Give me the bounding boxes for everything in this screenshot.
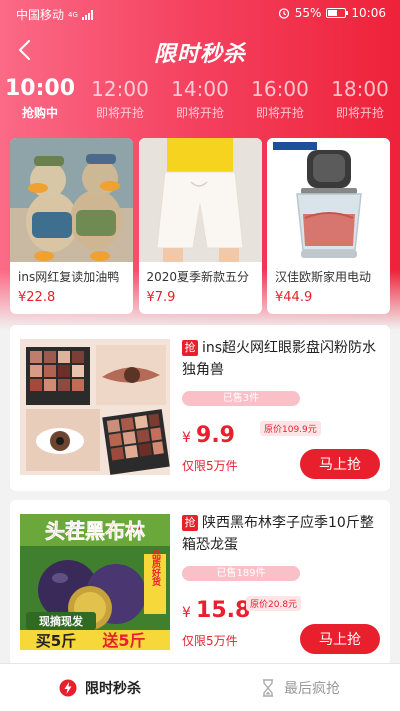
product-title-text: ins超火网红眼影盘闪粉防水独角兽 — [182, 340, 377, 378]
tab-flash-sale[interactable]: 限时秒杀 — [0, 664, 200, 711]
time-tab-time: 10:00 — [4, 76, 76, 101]
product-image-eyeshadow — [20, 339, 170, 475]
image-banner-text: 头茬黑布林 — [45, 519, 145, 543]
time-tab-1000[interactable]: 10:00 抢购中 — [2, 76, 78, 122]
time-tab-time: 16:00 — [251, 77, 309, 101]
price-currency: ¥ — [182, 605, 191, 621]
product-card-plums[interactable]: 头茬黑布林 品质好货 现摘现发 买5斤 送5斤 抢陕西黑布林李子应季10斤整箱恐… — [10, 500, 390, 666]
product-card-eyeshadow[interactable]: 抢 ins超火网红眼影盘闪粉防水独角兽 已售3件 ¥ 9.9 原价109.9元 仅… — [10, 325, 390, 491]
signal-icon — [81, 9, 93, 20]
hourglass-icon — [263, 679, 273, 697]
tab-last-chance[interactable]: 最后疯抢 — [200, 664, 400, 711]
network-label: 4G — [68, 10, 78, 19]
time-tab-status: 即将开抢 — [255, 106, 304, 120]
image-deal-suffix: 送5斤 — [101, 631, 145, 650]
featured-price: ¥44.9 — [275, 290, 313, 305]
image-side-text: 品质好货 — [150, 550, 162, 587]
battery-percent: 55% — [294, 6, 322, 20]
price-value: 9.9 — [196, 423, 235, 448]
product-image-food-chopper — [267, 138, 390, 262]
battery-icon — [326, 8, 349, 18]
alarm-icon — [278, 8, 289, 19]
original-price-badge: 原价109.9元 — [260, 421, 321, 436]
page-title: 限时秒杀 — [153, 42, 246, 67]
time-tab-1600[interactable]: 16:00 即将开抢 — [242, 76, 318, 122]
product-price: ¥ 15.8 — [182, 598, 250, 623]
featured-name: 汉佳欧斯家用电动 — [275, 270, 372, 284]
time-tab-status: 即将开抢 — [175, 106, 224, 120]
buy-now-button[interactable]: 马上抢 — [300, 624, 380, 654]
lightning-icon — [59, 679, 77, 697]
time-tab-1800[interactable]: 18:00 即将开抢 — [322, 76, 398, 122]
flash-tag-badge: 抢 — [182, 340, 198, 356]
image-deal-prefix: 买5斤 — [36, 632, 76, 650]
stock-limit-label: 仅限5万件 — [182, 459, 238, 473]
clock: 10:06 — [351, 6, 386, 20]
product-image-duck-plush — [10, 138, 133, 262]
image-note-text: 现摘现发 — [39, 614, 84, 628]
featured-name: 2020夏季新款五分 — [146, 270, 250, 284]
time-slot-tabs: 10:00 抢购中 12:00 即将开抢 14:00 即将开抢 16:00 即将… — [0, 76, 400, 128]
status-bar: 中国移动 4G 55% 10:06 — [0, 0, 400, 28]
nav-bar: 限时秒杀 — [0, 30, 400, 70]
tab-label: 限时秒杀 — [85, 681, 141, 697]
product-image-plums: 头茬黑布林 品质好货 现摘现发 买5斤 送5斤 — [20, 514, 170, 650]
stock-limit-label: 仅限5万件 — [182, 634, 238, 648]
featured-price: ¥22.8 — [18, 290, 56, 305]
time-tab-status: 即将开抢 — [335, 106, 384, 120]
featured-name: ins网红复读加油鸭 — [18, 270, 120, 284]
bottom-tab-bar: 限时秒杀 最后疯抢 — [0, 663, 400, 711]
featured-price: ¥7.9 — [146, 290, 176, 305]
time-tab-status: 抢购中 — [21, 106, 58, 120]
time-tab-time: 14:00 — [171, 77, 229, 101]
tab-label: 最后疯抢 — [284, 681, 340, 697]
time-tab-1400[interactable]: 14:00 即将开抢 — [162, 76, 238, 122]
time-tab-time: 12:00 — [91, 77, 149, 101]
featured-card-shorts[interactable]: 2020夏季新款五分 ¥7.9 — [138, 138, 262, 314]
original-price-badge: 原价20.8元 — [246, 596, 302, 611]
product-image-shorts — [138, 138, 262, 262]
carrier-label: 中国移动 — [16, 8, 65, 22]
product-price: ¥ 9.9 — [182, 423, 235, 448]
flash-tag-badge: 抢 — [182, 515, 198, 531]
product-title-text: 陕西黑布林李子应季10斤整箱恐龙蛋 — [182, 515, 374, 553]
price-currency: ¥ — [182, 430, 191, 446]
featured-card-duck[interactable]: ins网红复读加油鸭 ¥22.8 — [10, 138, 133, 314]
time-tab-time: 18:00 — [331, 77, 389, 101]
buy-now-button[interactable]: 马上抢 — [300, 449, 380, 479]
featured-products: ins网红复读加油鸭 ¥22.8 2020夏季新款五分 ¥7.9 汉佳欧斯家用电… — [10, 138, 390, 314]
sold-count-badge: 已售189件 — [182, 566, 300, 581]
product-title: 抢 ins超火网红眼影盘闪粉防水独角兽 — [182, 337, 380, 381]
time-tab-status: 即将开抢 — [95, 106, 144, 120]
time-tab-1200[interactable]: 12:00 即将开抢 — [82, 76, 158, 122]
product-title: 抢陕西黑布林李子应季10斤整箱恐龙蛋 — [182, 512, 380, 556]
featured-card-chopper[interactable]: 汉佳欧斯家用电动 ¥44.9 — [267, 138, 390, 314]
price-value: 15.8 — [196, 598, 251, 623]
sold-count-badge: 已售3件 — [182, 391, 300, 406]
